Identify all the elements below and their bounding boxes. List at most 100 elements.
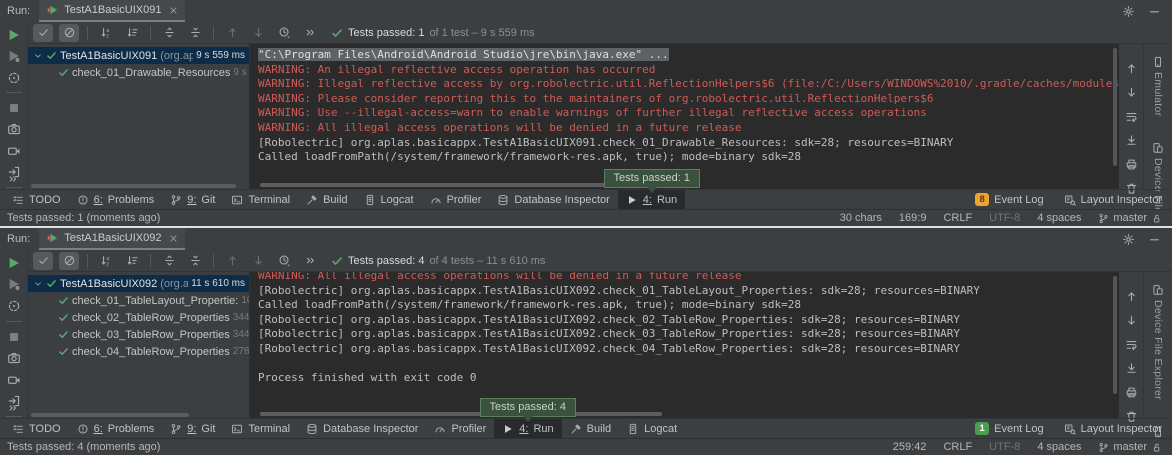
close-tab-icon[interactable] bbox=[169, 6, 178, 15]
collapse-all-button[interactable] bbox=[185, 252, 205, 270]
console-hscrollbar[interactable] bbox=[260, 183, 662, 187]
run-tab[interactable]: TestA1BasicUIX091 bbox=[39, 0, 185, 22]
scroll-to-end-button[interactable] bbox=[1125, 134, 1138, 147]
screen-record-button[interactable] bbox=[7, 372, 21, 388]
stop-button[interactable] bbox=[7, 329, 21, 345]
console-hscrollbar[interactable] bbox=[260, 412, 662, 416]
screenshot-button[interactable] bbox=[7, 122, 21, 137]
status-widget-utf-8[interactable]: UTF-8 bbox=[989, 441, 1020, 453]
problems-tool-button[interactable]: 6:Problems bbox=[69, 190, 163, 210]
stop-button[interactable] bbox=[7, 100, 21, 115]
status-widget-crlf[interactable]: CRLF bbox=[943, 212, 972, 224]
test-history-button[interactable] bbox=[274, 252, 294, 270]
layout-inspector-button[interactable]: Layout Inspector bbox=[1064, 423, 1162, 435]
problems-tool-button[interactable]: 6:Problems bbox=[69, 419, 163, 439]
test-tree-row[interactable]: check_04_TableRow_Properties278 ms bbox=[28, 343, 249, 360]
rerun-failed-tests-button[interactable] bbox=[7, 48, 21, 63]
close-tab-icon[interactable] bbox=[169, 234, 178, 243]
chevron-down-icon[interactable] bbox=[33, 279, 43, 289]
build-tool-button[interactable]: Build bbox=[298, 190, 355, 210]
soft-wrap-toggle[interactable] bbox=[1125, 338, 1138, 351]
git-tool-button[interactable]: 9:Git bbox=[162, 419, 223, 439]
todo-tool-button[interactable]: TODO bbox=[4, 190, 69, 210]
logcat-tool-button[interactable]: Logcat bbox=[619, 419, 685, 439]
scroll-up-button[interactable] bbox=[1125, 290, 1138, 303]
terminal-tool-button[interactable]: Terminal bbox=[223, 419, 298, 439]
test-tree-row[interactable]: TestA1BasicUIX091(org.aplas.basicap9 s 5… bbox=[28, 47, 249, 64]
sort-by-duration-button[interactable] bbox=[122, 252, 142, 270]
tree-hscrollbar[interactable] bbox=[31, 413, 189, 417]
show-passed-toggle[interactable] bbox=[33, 252, 53, 270]
sort-alphabetically-button[interactable]: az bbox=[96, 24, 116, 42]
more-toolbar-actions[interactable] bbox=[300, 252, 320, 270]
test-tree-row[interactable]: check_01_TableLayout_Propertie:10 s 644 … bbox=[28, 292, 249, 309]
database-inspector-tool-button[interactable]: Database Inspector bbox=[489, 190, 617, 210]
show-ignored-toggle[interactable] bbox=[59, 252, 79, 270]
more-left-actions[interactable] bbox=[7, 399, 19, 416]
status-widget-crlf[interactable]: CRLF bbox=[943, 441, 972, 453]
event-log-button[interactable]: 1 Event Log bbox=[975, 422, 1044, 435]
status-widget-4-spaces[interactable]: 4 spaces bbox=[1037, 441, 1081, 453]
scroll-up-button[interactable] bbox=[1125, 62, 1138, 75]
database-inspector-tool-button[interactable]: Database Inspector bbox=[298, 419, 426, 439]
rerun-tests-button[interactable] bbox=[7, 27, 21, 42]
settings-gear-icon[interactable] bbox=[1122, 233, 1135, 246]
console-vscrollbar[interactable] bbox=[1113, 48, 1117, 166]
git-tool-button[interactable]: 9:Git bbox=[162, 190, 223, 210]
console-vscrollbar[interactable] bbox=[1113, 276, 1117, 394]
profiler-tool-button[interactable]: Profiler bbox=[426, 419, 494, 439]
show-ignored-toggle[interactable] bbox=[59, 24, 79, 42]
status-widget-master[interactable]: master bbox=[1098, 441, 1162, 453]
scroll-down-button[interactable] bbox=[1125, 86, 1138, 99]
test-tree-row[interactable]: TestA1BasicUIX092(org.aplas.basica11 s 6… bbox=[28, 275, 249, 292]
expand-all-button[interactable] bbox=[159, 252, 179, 270]
print-console-button[interactable] bbox=[1125, 386, 1138, 399]
next-failed-test-button[interactable] bbox=[248, 24, 268, 42]
toggle-auto-test-button[interactable] bbox=[7, 298, 21, 314]
screen-record-button[interactable] bbox=[7, 143, 21, 158]
sort-by-duration-button[interactable] bbox=[122, 24, 142, 42]
collapse-all-button[interactable] bbox=[185, 24, 205, 42]
previous-failed-test-button[interactable] bbox=[222, 252, 242, 270]
screenshot-button[interactable] bbox=[7, 350, 21, 366]
expand-all-button[interactable] bbox=[159, 24, 179, 42]
profiler-tool-button[interactable]: Profiler bbox=[422, 190, 490, 210]
status-widget-259-42[interactable]: 259:42 bbox=[893, 441, 927, 453]
test-history-button[interactable] bbox=[274, 24, 294, 42]
tool-strip-emulator[interactable]: Emulator bbox=[1152, 56, 1164, 116]
logcat-tool-button[interactable]: Logcat bbox=[356, 190, 422, 210]
run-tab[interactable]: TestA1BasicUIX092 bbox=[39, 228, 185, 250]
scroll-to-end-button[interactable] bbox=[1125, 362, 1138, 375]
tree-hscrollbar[interactable] bbox=[31, 184, 236, 188]
previous-failed-test-button[interactable] bbox=[222, 24, 242, 42]
todo-tool-button[interactable]: TODO bbox=[4, 419, 69, 439]
toggle-auto-test-button[interactable] bbox=[7, 70, 21, 85]
layout-inspector-button[interactable]: Layout Inspector bbox=[1064, 194, 1162, 206]
test-tree-row[interactable]: check_03_TableRow_Properties344 ms bbox=[28, 326, 249, 343]
status-widget-30-chars[interactable]: 30 chars bbox=[840, 212, 882, 224]
print-console-button[interactable] bbox=[1125, 158, 1138, 171]
sort-alphabetically-button[interactable]: az bbox=[96, 252, 116, 270]
status-widget-master[interactable]: master bbox=[1098, 212, 1162, 224]
scroll-down-button[interactable] bbox=[1125, 314, 1138, 327]
test-tree-row[interactable]: check_01_Drawable_Resources9 s 559 ms bbox=[28, 64, 249, 81]
settings-gear-icon[interactable] bbox=[1122, 5, 1135, 18]
status-widget-4-spaces[interactable]: 4 spaces bbox=[1037, 212, 1081, 224]
show-passed-toggle[interactable] bbox=[33, 24, 53, 42]
event-log-button[interactable]: 8 Event Log bbox=[975, 193, 1044, 206]
more-toolbar-actions[interactable] bbox=[300, 24, 320, 42]
status-widget-169-9[interactable]: 169:9 bbox=[899, 212, 927, 224]
hide-window-icon[interactable] bbox=[1148, 233, 1161, 246]
rerun-failed-tests-button[interactable] bbox=[7, 277, 21, 293]
tool-strip-device-file-explorer[interactable]: Device File Explorer bbox=[1152, 284, 1164, 400]
test-tree-row[interactable]: check_02_TableRow_Properties344 ms bbox=[28, 309, 249, 326]
status-widget-utf-8[interactable]: UTF-8 bbox=[989, 212, 1020, 224]
terminal-tool-button[interactable]: Terminal bbox=[223, 190, 298, 210]
build-tool-button[interactable]: Build bbox=[562, 419, 619, 439]
rerun-tests-button[interactable] bbox=[7, 255, 21, 271]
soft-wrap-toggle[interactable] bbox=[1125, 110, 1138, 123]
more-left-actions[interactable] bbox=[7, 170, 19, 187]
next-failed-test-button[interactable] bbox=[248, 252, 268, 270]
hide-window-icon[interactable] bbox=[1148, 5, 1161, 18]
chevron-down-icon[interactable] bbox=[33, 51, 43, 61]
